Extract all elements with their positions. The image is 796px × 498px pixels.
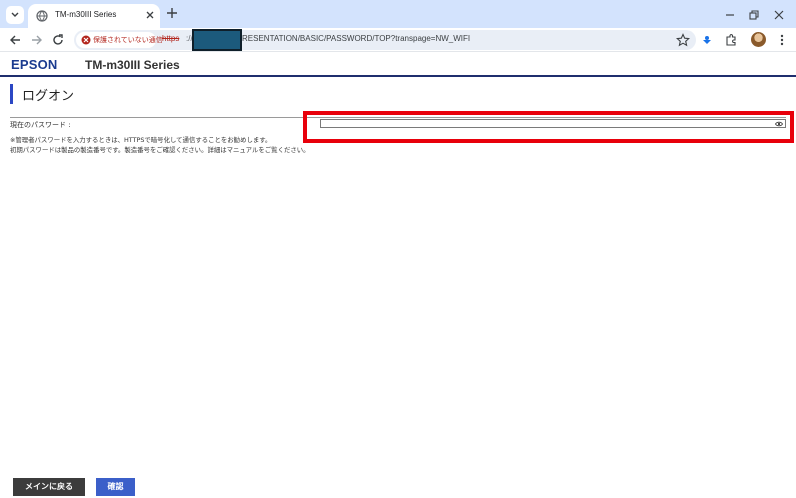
bookmark-star-icon[interactable] xyxy=(676,33,690,47)
browser-tabstrip: TM-m30III Series xyxy=(0,0,796,28)
browser-toolbar: 保護されていない通信 https :// RESENTATION/BASIC/P… xyxy=(0,28,796,52)
highlight-box xyxy=(303,111,794,143)
https-note: ※管理者パスワードを入力するときは、HTTPSで暗号化して通信することをお勧めし… xyxy=(10,136,272,144)
security-label: 保護されていない通信 xyxy=(93,36,163,44)
browser-tab[interactable]: TM-m30III Series xyxy=(28,4,160,28)
window-close-icon[interactable] xyxy=(772,8,786,22)
new-tab-icon[interactable] xyxy=(165,6,179,20)
tab-search-button[interactable] xyxy=(6,6,24,24)
warning-icon xyxy=(81,35,91,45)
model-name: TM-m30III Series xyxy=(85,58,180,72)
epson-logo: EPSON xyxy=(11,57,58,72)
kebab-menu-icon[interactable] xyxy=(775,33,789,47)
url-path: RESENTATION/BASIC/PASSWORD/TOP?transpage… xyxy=(242,34,471,43)
forward-arrow-icon[interactable] xyxy=(30,33,44,47)
restore-icon[interactable] xyxy=(746,8,760,22)
chevron-down-icon xyxy=(11,12,19,17)
title-accent-bar xyxy=(10,84,13,104)
minimize-icon[interactable] xyxy=(723,8,737,22)
extension-drop-icon[interactable] xyxy=(700,33,714,47)
back-arrow-icon[interactable] xyxy=(8,33,22,47)
initial-password-note: 初期パスワードは製品の製造番号です。製造番号をご確認ください。詳細はマニュアルを… xyxy=(10,146,310,154)
security-chip[interactable]: 保護されていない通信 xyxy=(76,32,163,48)
profile-avatar[interactable] xyxy=(751,32,766,47)
password-label: 現在のパスワード : xyxy=(10,121,71,129)
address-bar[interactable]: 保護されていない通信 https :// RESENTATION/BASIC/P… xyxy=(74,29,696,51)
url-scheme: https xyxy=(162,34,180,43)
page-title: ログオン xyxy=(22,89,75,104)
back-to-main-button[interactable]: メインに戻る xyxy=(13,478,85,496)
extensions-puzzle-icon[interactable] xyxy=(724,33,738,47)
globe-icon xyxy=(36,10,48,22)
confirm-button[interactable]: 確認 xyxy=(96,478,135,496)
tab-title: TM-m30III Series xyxy=(55,10,117,19)
brand-header: EPSON TM-m30III Series xyxy=(0,53,796,77)
reload-icon[interactable] xyxy=(51,33,65,47)
close-icon[interactable] xyxy=(144,9,156,21)
redacted-host xyxy=(192,29,242,51)
